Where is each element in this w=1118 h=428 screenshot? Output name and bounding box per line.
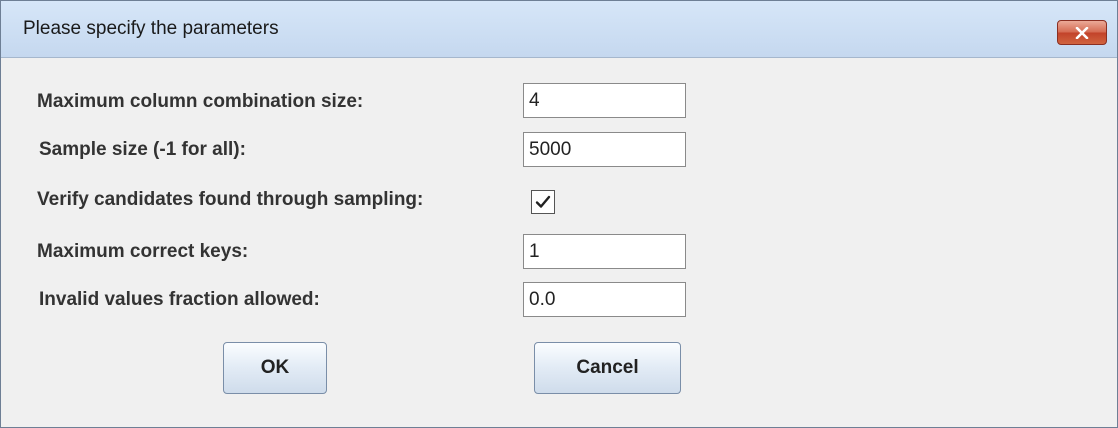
close-button[interactable]: [1057, 20, 1107, 45]
ok-button[interactable]: OK: [223, 342, 327, 394]
close-x-icon: [1075, 26, 1089, 39]
max-correct-keys-label: Maximum correct keys:: [37, 241, 249, 262]
invalid-fraction-input[interactable]: [523, 282, 686, 317]
parameters-dialog: Please specify the parameters Maximum co…: [0, 0, 1118, 428]
cancel-button[interactable]: Cancel: [534, 342, 681, 394]
invalid-fraction-label: Invalid values fraction allowed:: [39, 289, 320, 310]
checkmark-icon: [535, 195, 551, 208]
sample-size-label: Sample size (-1 for all):: [39, 139, 246, 160]
sample-size-input[interactable]: [523, 132, 686, 167]
max-combination-input[interactable]: [523, 83, 686, 118]
dialog-title: Please specify the parameters: [23, 18, 279, 39]
verify-candidates-checkbox[interactable]: [531, 190, 555, 214]
max-correct-keys-input[interactable]: [523, 234, 686, 269]
max-combination-label: Maximum column combination size:: [37, 91, 364, 112]
verify-candidates-label: Verify candidates found through sampling…: [37, 189, 424, 210]
title-bar[interactable]: Please specify the parameters: [1, 1, 1117, 58]
